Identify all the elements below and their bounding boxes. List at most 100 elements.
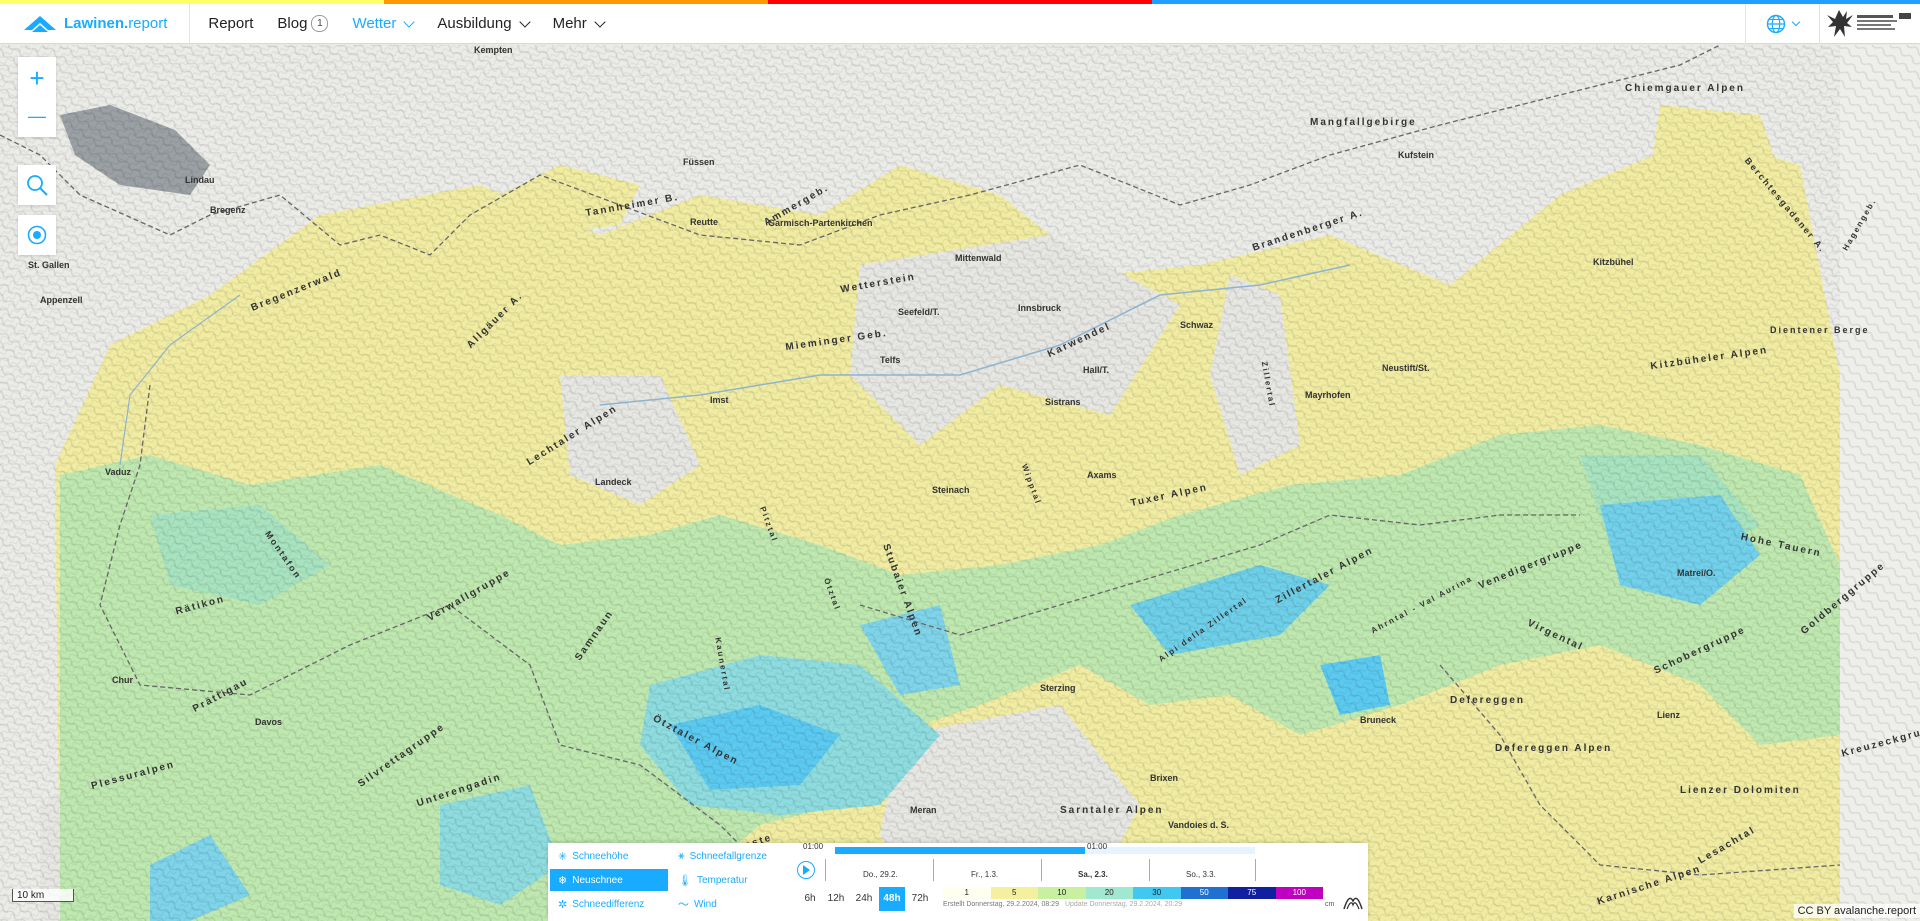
param-temperatur[interactable]: 🌡︎ Temperatur xyxy=(670,869,788,891)
hour-72h-button[interactable]: 72h xyxy=(907,887,933,911)
logo-icon xyxy=(24,15,56,32)
region-label: Mangfallgebirge xyxy=(1310,117,1417,128)
city-label: Landeck xyxy=(595,477,632,487)
search-button[interactable] xyxy=(18,165,56,205)
day-label[interactable]: Sa., 2.3. xyxy=(1078,870,1108,879)
new-snow-icon: ❄ xyxy=(558,874,568,887)
day-label[interactable]: Fr., 1.3. xyxy=(971,870,998,879)
nav-report[interactable]: Report xyxy=(208,15,253,32)
city-label: Hall/T. xyxy=(1083,365,1110,375)
city-label: Füssen xyxy=(683,157,715,167)
city-label: Mittenwald xyxy=(955,253,1002,263)
play-button[interactable] xyxy=(797,861,815,879)
param-schneedifferenz[interactable]: ✲ Schneedifferenz xyxy=(550,893,668,915)
snow-map[interactable]: Bregenzerwald Allgäuer A. Tannheimer B. … xyxy=(0,45,1920,921)
chevron-down-icon xyxy=(594,15,606,28)
hour-48h-button[interactable]: 48h xyxy=(879,887,905,911)
location-icon xyxy=(27,225,47,245)
hour-24h-button[interactable]: 24h xyxy=(851,887,877,911)
parameter-selector: ✳ Schneehöhe ⚹ Schneefallgrenze ❄ Neuschnee… xyxy=(548,843,788,921)
city-label: Vandoies d. S. xyxy=(1168,820,1230,830)
param-schneefallgrenze[interactable]: ⚹ Schneefallgrenze xyxy=(670,845,788,867)
param-schneehoehe[interactable]: ✳ Schneehöhe xyxy=(550,845,668,867)
region-label: Lienzer Dolomiten xyxy=(1680,785,1801,796)
day-label[interactable]: So., 3.3. xyxy=(1186,870,1216,879)
city-label: Axams xyxy=(1087,470,1117,480)
region-label: Chiemgauer Alpen xyxy=(1625,83,1745,94)
weather-control-panel: ✳ Schneehöhe ⚹ Schneefallgrenze ❄ Neuschnee… xyxy=(548,842,1368,921)
scale-step: 30 xyxy=(1133,887,1181,899)
param-neuschnee[interactable]: ❄ Neuschnee xyxy=(550,869,668,891)
blog-count-badge: 1 xyxy=(311,15,329,32)
city-label: Steinach xyxy=(932,485,970,495)
language-switch[interactable] xyxy=(1745,4,1820,44)
eagle-icon xyxy=(1827,10,1911,37)
scale-step: 5 xyxy=(990,887,1038,899)
snowfall-line-icon: ⚹ xyxy=(678,849,685,862)
city-label: Matrei/O. xyxy=(1677,568,1716,578)
scale-step: 1 xyxy=(943,887,991,899)
scale-step: 10 xyxy=(1038,887,1086,899)
city-label: Lindau xyxy=(185,175,215,185)
hour-12h-button[interactable]: 12h xyxy=(823,887,849,911)
city-label: Meran xyxy=(910,805,937,815)
city-label: Schwaz xyxy=(1180,320,1214,330)
nav-wetter[interactable]: Wetter xyxy=(352,15,416,32)
city-label: St. Gallen xyxy=(28,260,70,270)
snowflake-icon: ✳ xyxy=(558,850,568,863)
hour-6h-button[interactable]: 6h xyxy=(797,887,823,911)
globe-icon xyxy=(1766,14,1786,34)
nav-mehr[interactable]: Mehr xyxy=(553,15,606,32)
chevron-down-icon xyxy=(403,15,416,28)
scale-step: 20 xyxy=(1085,887,1133,899)
scale-step: 50 xyxy=(1180,887,1228,899)
city-label: Bregenz xyxy=(210,205,246,215)
city-label: Vaduz xyxy=(105,467,132,477)
top-navigation: Lawinen.report Report Blog 1 Wetter Ausbi… xyxy=(0,3,1920,44)
city-label: Imst xyxy=(710,395,729,405)
region-label: Defereggen xyxy=(1450,695,1526,706)
nav-ausbildung[interactable]: Ausbildung xyxy=(437,15,531,32)
city-label: Garmisch-Partenkirchen xyxy=(768,218,873,228)
region-label: Defereggen Alpen xyxy=(1495,743,1613,754)
param-wind[interactable]: 〜 Wind xyxy=(670,893,788,915)
time-slider[interactable]: 01:00 01:00 Do., 29.2. Fr., 1.3. Sa., 2.… xyxy=(793,842,1368,921)
time-end-label: 01:00 xyxy=(1087,842,1108,851)
logo[interactable]: Lawinen.report xyxy=(0,3,191,44)
city-label: Appenzell xyxy=(40,295,83,305)
day-label[interactable]: Do., 29.2. xyxy=(863,870,898,879)
city-label: Mayrhofen xyxy=(1305,390,1351,400)
nav-blog[interactable]: Blog 1 xyxy=(277,15,329,32)
scale-step: 75 xyxy=(1228,887,1276,899)
map-scale: 10 km xyxy=(12,889,74,902)
city-label: Kufstein xyxy=(1398,150,1434,160)
scale-step: 100 xyxy=(1275,887,1323,899)
thermometer-icon: 🌡︎ xyxy=(678,874,692,887)
city-label: Neustift/St. xyxy=(1382,363,1430,373)
city-label: Telfs xyxy=(880,355,901,365)
search-icon xyxy=(27,175,48,196)
city-label: Davos xyxy=(255,717,283,727)
chevron-down-icon xyxy=(1791,17,1801,27)
main-nav: Report Blog 1 Wetter Ausbildung Mehr xyxy=(208,4,627,44)
city-label: Bruneck xyxy=(1360,715,1397,725)
time-start-label: 01:00 xyxy=(803,842,824,851)
zoom-in-button[interactable]: + xyxy=(29,58,44,98)
unit-label: cm xyxy=(1325,901,1335,908)
city-label: Reutte xyxy=(690,217,719,227)
region-label: Sarntaler Alpen xyxy=(1060,805,1164,816)
terrain-layer xyxy=(0,45,1920,921)
attribution[interactable]: CC BY avalanche.report xyxy=(1793,904,1920,918)
logo-text: Lawinen.report xyxy=(64,15,168,32)
zamg-logo-icon xyxy=(1343,897,1363,910)
color-scale: 1 5 10 20 30 50 75 100 xyxy=(943,887,1323,899)
city-label: Sterzing xyxy=(1040,683,1076,693)
locate-button[interactable] xyxy=(18,215,56,255)
city-label: Innsbruck xyxy=(1018,303,1062,313)
city-label: Lienz xyxy=(1657,710,1681,720)
wind-icon: 〜 xyxy=(678,899,689,911)
zoom-out-button[interactable]: — xyxy=(28,98,46,136)
snow-difference-icon: ✲ xyxy=(558,898,568,911)
euregio-logo[interactable] xyxy=(1820,4,1920,44)
city-label: Brixen xyxy=(1150,773,1179,783)
